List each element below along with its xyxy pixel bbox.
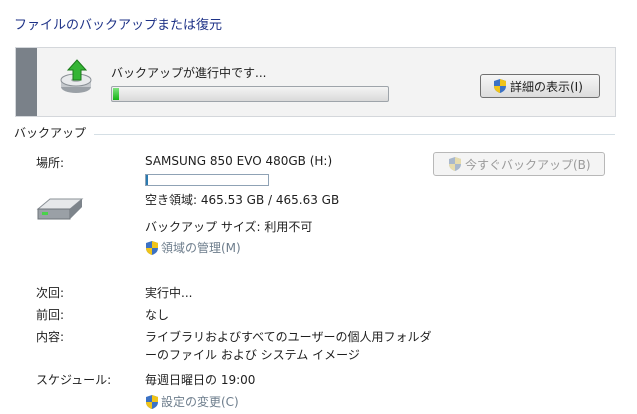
backup-status-text: バックアップが進行中です... — [111, 66, 267, 80]
contents-value: ライブラリおよびすべてのユーザーの個人用フォルダーのファイル および システム … — [145, 330, 432, 362]
external-drive-icon — [36, 198, 84, 220]
uac-shield-icon — [146, 394, 158, 409]
backup-progress-icon — [60, 59, 92, 93]
backup-section-header: バックアップ — [14, 126, 87, 140]
backup-size-text: バックアップ サイズ: 利用不可 — [145, 220, 313, 234]
backup-now-button[interactable]: 今すぐバックアップ(B) — [433, 152, 605, 176]
schedule-label: スケジュール: — [36, 373, 112, 387]
backup-progress-fill — [113, 88, 119, 100]
next-run-value: 実行中... — [145, 286, 193, 300]
location-label: 場所: — [36, 156, 65, 170]
manage-space-label: 領域の管理(M) — [161, 241, 241, 255]
status-stripe — [16, 48, 37, 116]
last-run-label: 前回: — [36, 308, 65, 322]
backup-progress-bar — [111, 86, 389, 102]
next-run-label: 次回: — [36, 286, 65, 300]
section-divider — [94, 134, 615, 135]
page-title: ファイルのバックアップまたは復元 — [14, 18, 223, 33]
backup-now-label: 今すぐバックアップ(B) — [465, 157, 591, 172]
manage-space-link[interactable]: 領域の管理(M) — [145, 239, 241, 256]
schedule-value: 毎週日曜日の 19:00 — [145, 373, 256, 387]
uac-shield-icon — [494, 79, 506, 93]
backup-status-panel: バックアップが進行中です... 詳細の表示(I) — [15, 47, 616, 117]
last-run-value: なし — [145, 308, 170, 322]
free-space-text: 空き領域: 465.53 GB / 465.63 GB — [145, 193, 340, 207]
uac-shield-icon — [449, 157, 461, 171]
contents-label: 内容: — [36, 330, 65, 344]
view-details-button[interactable]: 詳細の表示(I) — [480, 74, 600, 98]
view-details-label: 詳細の表示(I) — [510, 79, 583, 94]
change-settings-link[interactable]: 設定の変更(C) — [145, 393, 239, 410]
drive-usage-bar — [145, 174, 269, 186]
location-value: SAMSUNG 850 EVO 480GB (H:) — [145, 154, 333, 168]
drive-usage-fill — [146, 175, 148, 185]
uac-shield-icon — [146, 240, 158, 255]
change-settings-label: 設定の変更(C) — [161, 395, 239, 409]
